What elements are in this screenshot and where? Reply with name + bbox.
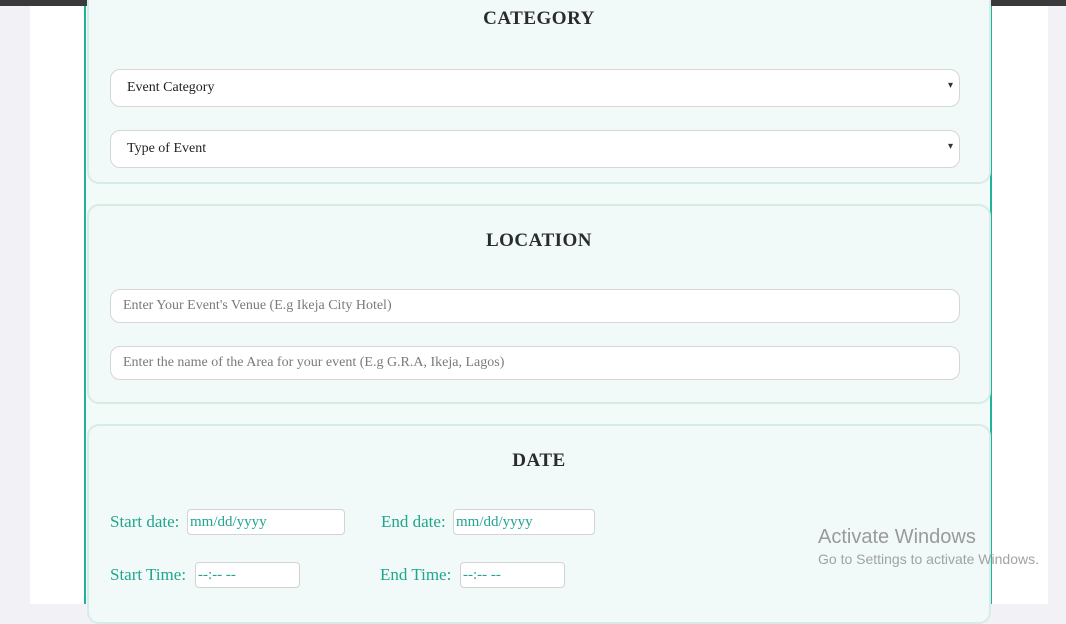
area-placeholder: Enter the name of the Area for your even…: [123, 355, 505, 370]
end-date-placeholder: mm/dd/yyyy: [456, 514, 533, 530]
venue-placeholder: Enter Your Event's Venue (E.g Ikeja City…: [123, 298, 392, 313]
area-input[interactable]: Enter the name of the Area for your even…: [110, 346, 960, 380]
location-title: LOCATION: [485, 230, 593, 251]
category-title: CATEGORY: [483, 8, 595, 29]
start-time-input[interactable]: --:-- --: [195, 562, 300, 588]
activate-windows-subtitle: Go to Settings to activate Windows.: [818, 551, 1039, 567]
start-time-label: Start Time:: [110, 565, 187, 584]
start-time-placeholder: --:-- --: [198, 567, 236, 583]
chevron-down-icon: ▾: [947, 80, 953, 91]
start-date-placeholder: mm/dd/yyyy: [190, 514, 267, 530]
event-type-value: Type of Event: [127, 141, 207, 156]
venue-input[interactable]: Enter Your Event's Venue (E.g Ikeja City…: [110, 289, 960, 323]
chevron-down-icon: ▾: [947, 141, 953, 152]
end-date-label: End date:: [381, 512, 446, 531]
end-time-label: End Time:: [380, 565, 452, 584]
end-time-placeholder: --:-- --: [463, 567, 501, 583]
end-time-input[interactable]: --:-- --: [460, 562, 565, 588]
event-category-value: Event Category: [127, 80, 215, 95]
event-category-select[interactable]: Event Category ▾: [110, 69, 960, 107]
date-title: DATE: [512, 450, 566, 471]
activate-windows-title: Activate Windows: [818, 526, 976, 548]
end-date-input[interactable]: mm/dd/yyyy: [453, 509, 595, 535]
start-date-label: Start date:: [110, 512, 180, 531]
event-type-select[interactable]: Type of Event ▾: [110, 130, 960, 168]
start-date-input[interactable]: mm/dd/yyyy: [187, 509, 345, 535]
